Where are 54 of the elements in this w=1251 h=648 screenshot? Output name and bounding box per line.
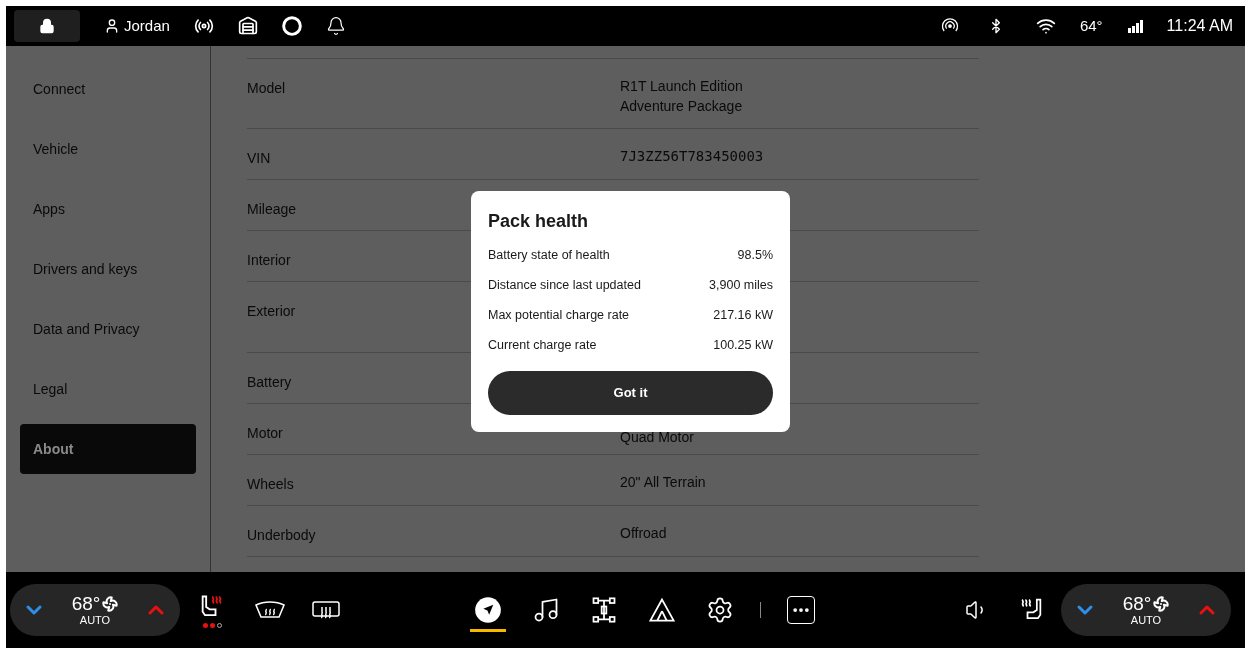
detail-label: Exterior [247, 303, 296, 319]
stat-value: 217.16 kW [713, 306, 773, 324]
got-it-button[interactable]: Got it [488, 371, 773, 415]
music-note-icon [532, 596, 560, 624]
detail-value: Quad Motor [620, 428, 694, 447]
outside-temperature: 64° [1079, 15, 1103, 36]
climate-mode: AUTO [79, 614, 111, 626]
detail-value: 20" All Terrain [620, 473, 706, 492]
fan-icon [102, 596, 119, 612]
sidebar-item[interactable]: Connect [20, 64, 196, 114]
sidebar-item[interactable]: Apps [20, 184, 196, 234]
climate-mode: AUTO [1130, 614, 1162, 626]
detail-label: Wheels [247, 476, 294, 492]
garage-icon [237, 16, 258, 36]
detail-value: 7J3ZZ56T783450003 [620, 147, 764, 166]
profile-button[interactable]: Jordan [104, 14, 170, 38]
sidebar-item[interactable]: About [20, 424, 196, 474]
detail-label: Battery [247, 374, 292, 390]
sidebar-item[interactable]: Data and Privacy [20, 304, 196, 354]
detail-label: Interior [247, 252, 291, 268]
ring-icon [281, 16, 302, 36]
detail-label: Model [247, 80, 286, 96]
lock-button[interactable] [14, 10, 80, 42]
temperature-reading: 68° [71, 594, 101, 614]
settings-icon [706, 596, 734, 624]
detail-value: Offroad [620, 524, 667, 543]
cellular-signal-icon [1126, 18, 1143, 34]
sidebar-item[interactable]: Legal [20, 364, 196, 414]
stat-value: 3,900 miles [709, 276, 773, 294]
dialog-title: Pack health [488, 210, 590, 233]
sidebar-item[interactable]: Vehicle [20, 124, 196, 174]
person-icon [104, 18, 120, 34]
stat-label: Battery state of health [488, 246, 610, 264]
detail-label: VIN [247, 150, 271, 166]
stat-label: Max potential charge rate [488, 306, 630, 324]
temperature-reading: 68° [1122, 594, 1152, 614]
clock: 11:24 AM [1166, 16, 1233, 36]
drivetrain-icon [590, 596, 618, 624]
detail-value: R1T Launch Edition Adventure Package [620, 77, 743, 116]
sidebar-item[interactable]: Drivers and keys [20, 244, 196, 294]
stat-value: 100.25 kW [713, 336, 773, 354]
stat-value: 98.5% [737, 246, 773, 264]
fan-icon [1153, 596, 1170, 612]
detail-label: Mileage [247, 201, 297, 217]
lock-icon [39, 18, 55, 34]
bell-icon [325, 16, 346, 36]
stat-label: Distance since last updated [488, 276, 641, 294]
stat-label: Current charge rate [488, 336, 597, 354]
detail-label: Underbody [247, 527, 316, 543]
navigation-icon [474, 596, 502, 624]
wifi-icon [1035, 16, 1056, 36]
detail-label: Motor [247, 425, 283, 441]
tent-icon [648, 596, 676, 624]
more-icon [787, 596, 815, 624]
